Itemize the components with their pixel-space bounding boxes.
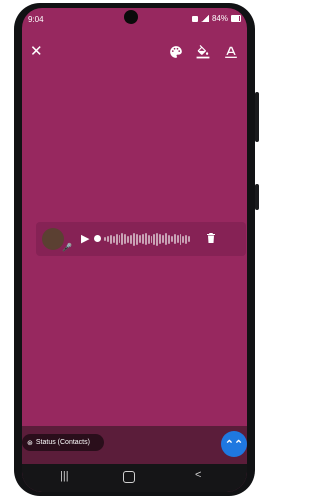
waveform-bar bbox=[182, 235, 185, 243]
battery-percent: 84% bbox=[211, 14, 228, 23]
screen: 9:04 84% ✕ 🎤 ▶ ⊛ Status (Contacts) ⌃⌃ ||… bbox=[22, 8, 247, 492]
status-time: 9:04 bbox=[28, 15, 44, 24]
waveform-bar bbox=[188, 236, 191, 242]
waveform-bar bbox=[118, 235, 121, 243]
waveform-bar bbox=[141, 234, 144, 244]
waveform-bar bbox=[147, 234, 150, 244]
waveform-bar bbox=[153, 233, 156, 245]
battery-icon bbox=[231, 15, 241, 22]
waveform-bar bbox=[109, 234, 112, 244]
waveform-bar bbox=[112, 235, 115, 243]
waveform-bar bbox=[104, 237, 106, 241]
status-audience-button[interactable]: ⊛ Status (Contacts) bbox=[22, 434, 104, 451]
text-icon[interactable] bbox=[223, 42, 239, 62]
waveform-bar bbox=[162, 235, 165, 243]
waveform-bar bbox=[150, 235, 153, 243]
status-audience-label: Status (Contacts) bbox=[35, 439, 90, 446]
front-camera bbox=[124, 10, 138, 24]
waveform-bar bbox=[167, 234, 170, 244]
waveform-bar bbox=[115, 233, 118, 245]
waveform-bar bbox=[156, 232, 159, 246]
waveform-bar bbox=[173, 234, 176, 244]
waveform-bar bbox=[127, 235, 130, 243]
home-button[interactable] bbox=[123, 471, 135, 483]
close-icon[interactable]: ✕ bbox=[30, 42, 43, 62]
waveform-bar bbox=[133, 232, 135, 246]
send-button[interactable]: ⌃⌃ bbox=[221, 431, 247, 457]
voice-note-bar: 🎤 ▶ bbox=[36, 222, 246, 256]
waveform bbox=[104, 232, 191, 246]
waveform-bar bbox=[159, 234, 162, 244]
paint-bucket-icon[interactable] bbox=[195, 42, 211, 62]
top-toolbar: ✕ bbox=[22, 42, 247, 62]
waveform-bar bbox=[106, 236, 109, 242]
waveform-bar bbox=[170, 236, 173, 242]
send-icon: ⌃⌃ bbox=[224, 438, 244, 451]
waveform-bar bbox=[121, 233, 124, 245]
status-bar: 9:04 84% bbox=[22, 8, 247, 32]
play-button[interactable]: ▶ bbox=[81, 232, 89, 245]
notification-icon bbox=[191, 15, 198, 22]
waveform-bar bbox=[185, 234, 188, 244]
status-audience-icon: ⊛ bbox=[27, 439, 33, 447]
system-navbar: ||| < bbox=[22, 464, 247, 492]
trash-icon[interactable] bbox=[205, 230, 217, 246]
status-icons: 84% bbox=[191, 14, 241, 23]
waveform-bar bbox=[165, 233, 167, 245]
waveform-bar bbox=[138, 235, 141, 243]
signal-icon bbox=[200, 15, 209, 22]
waveform-bar bbox=[144, 233, 147, 245]
waveform-bar bbox=[176, 235, 179, 243]
avatar bbox=[42, 228, 64, 250]
waveform-bar bbox=[135, 233, 138, 245]
recents-button[interactable]: ||| bbox=[60, 470, 69, 482]
playback-scrubber[interactable] bbox=[94, 235, 101, 242]
waveform-bar bbox=[179, 233, 182, 245]
volume-button bbox=[255, 92, 259, 142]
waveform-bar bbox=[130, 234, 133, 244]
waveform-bar bbox=[124, 234, 127, 244]
palette-icon[interactable] bbox=[168, 42, 184, 62]
back-button[interactable]: < bbox=[195, 469, 201, 481]
mic-icon: 🎤 bbox=[62, 243, 72, 252]
power-button bbox=[255, 184, 259, 210]
